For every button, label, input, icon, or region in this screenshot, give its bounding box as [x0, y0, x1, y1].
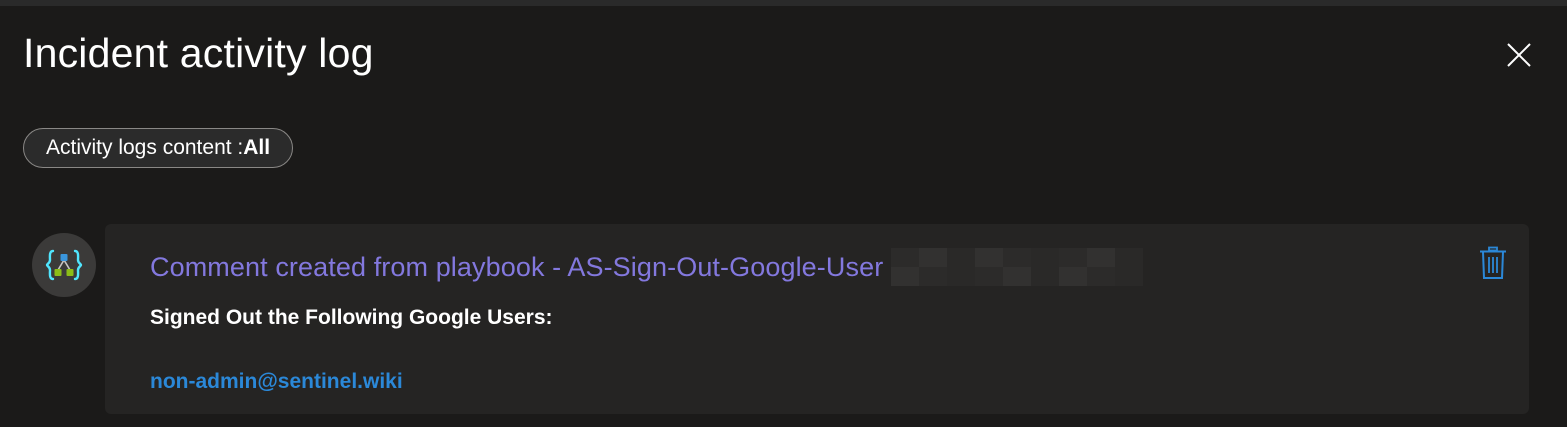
filter-label: Activity logs content :	[46, 136, 244, 159]
avatar	[32, 233, 96, 297]
user-email-link[interactable]: non-admin@sentinel.wiki	[150, 370, 403, 394]
filter-value: All	[243, 136, 271, 159]
activity-log-panel: Incident activity log Activity logs cont…	[0, 6, 1567, 427]
logic-app-playbook-icon	[45, 249, 83, 281]
trash-icon	[1480, 246, 1506, 279]
delete-comment-button[interactable]	[1479, 246, 1507, 280]
close-icon	[1507, 43, 1531, 67]
panel-title: Incident activity log	[23, 30, 374, 76]
entry-header: Comment created from playbook - AS-Sign-…	[150, 248, 1144, 286]
close-button[interactable]	[1500, 36, 1538, 74]
activity-entry-card: Comment created from playbook - AS-Sign-…	[105, 224, 1529, 414]
entry-body-heading: Signed Out the Following Google Users:	[150, 306, 553, 329]
entry-title: Comment created from playbook - AS-Sign-…	[150, 251, 884, 282]
activity-logs-filter-pill[interactable]: Activity logs content : All	[23, 128, 294, 168]
redacted-timestamp	[891, 248, 1144, 286]
